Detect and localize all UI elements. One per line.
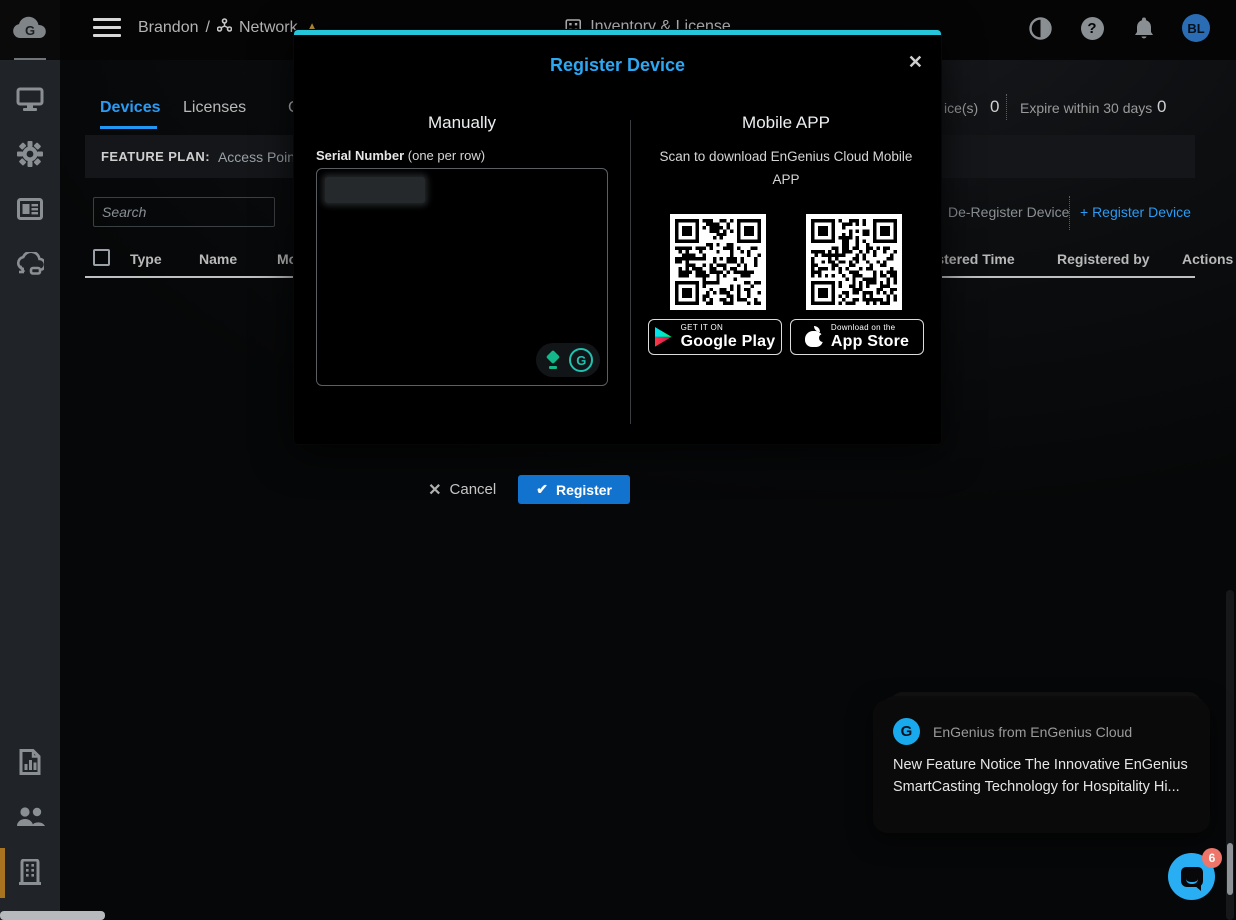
- redacted-serial: [325, 177, 425, 203]
- col-registered-by[interactable]: Registered by: [1057, 251, 1150, 267]
- sidebar-item-configure[interactable]: [0, 132, 60, 176]
- search-input[interactable]: [102, 204, 284, 220]
- toast-app-name: EnGenius from EnGenius Cloud: [933, 723, 1133, 740]
- search-box: [93, 197, 284, 227]
- users-icon: [17, 807, 45, 826]
- google-badge-big-text: Google Play: [680, 332, 776, 350]
- active-tab-underline: [100, 126, 157, 129]
- stat-devices-value: 0: [990, 97, 1000, 116]
- mobile-app-heading: Mobile APP: [742, 113, 830, 132]
- deregister-device-button[interactable]: De-Register Device: [948, 204, 1069, 220]
- chat-bubble-icon: [1180, 866, 1203, 891]
- store-badges: GET IT ON Google Play Download on the Ap…: [646, 318, 926, 355]
- toast-message: New Feature Notice The Innovative EnGeni…: [893, 757, 1188, 796]
- dark-mode-toggle-icon[interactable]: [1026, 14, 1054, 42]
- manual-heading: Manually: [427, 113, 497, 132]
- network-icon: [216, 18, 233, 37]
- header-actions: ? BL: [1026, 14, 1210, 42]
- register-device-button[interactable]: + Register Device: [1080, 204, 1191, 220]
- svg-text:G: G: [25, 23, 35, 38]
- qr-code-app-store: [806, 213, 902, 310]
- mobile-app-section: Mobile APP Scan to download EnGenius Clo…: [646, 113, 926, 355]
- check-icon: ✔: [536, 481, 548, 497]
- stats-divider: [1006, 94, 1007, 120]
- hamburger-menu-button[interactable]: [93, 18, 121, 40]
- serial-number-label: Serial Number (one per row): [316, 148, 608, 163]
- grammarly-icon: G: [569, 348, 594, 372]
- col-name[interactable]: Name: [199, 251, 237, 267]
- cloud-sync-icon: [16, 252, 44, 275]
- close-icon[interactable]: ✕: [908, 53, 923, 71]
- gear-icon: [17, 141, 43, 167]
- avatar[interactable]: BL: [1182, 14, 1210, 42]
- chat-unread-badge: 6: [1202, 848, 1222, 868]
- breadcrumb[interactable]: Brandon / Network ▲: [138, 18, 320, 37]
- vertical-scrollbar-thumb[interactable]: [1227, 843, 1233, 895]
- app-store-badge[interactable]: Download on the App Store: [790, 318, 924, 355]
- tab-devices[interactable]: Devices: [100, 99, 161, 117]
- stat-expire-value: 0: [1157, 97, 1167, 116]
- col-type[interactable]: Type: [130, 251, 162, 267]
- monitor-icon: [16, 87, 44, 111]
- horizontal-scrollbar-thumb[interactable]: [0, 911, 105, 920]
- register-label: Register: [555, 481, 612, 498]
- report-file-icon: [19, 749, 41, 775]
- sidebar-item-team[interactable]: [0, 795, 60, 839]
- modal-title: Register Device: [549, 55, 686, 75]
- sidebar-item-devices[interactable]: [0, 77, 60, 121]
- serial-number-textarea[interactable]: G: [316, 168, 608, 386]
- sidebar-item-reports[interactable]: [0, 187, 60, 231]
- cancel-x-icon: ✕: [428, 481, 442, 499]
- cancel-label: Cancel: [449, 481, 497, 498]
- cancel-button[interactable]: ✕ Cancel: [428, 480, 496, 500]
- grammarly-extension-widget[interactable]: G: [536, 343, 600, 377]
- feature-plan-label: FEATURE PLAN:: [101, 149, 210, 164]
- google-play-icon: [654, 326, 673, 347]
- notification-toast[interactable]: G EnGenius from EnGenius Cloud New Featu…: [873, 700, 1210, 833]
- register-submit-button[interactable]: ✔ Register: [518, 475, 630, 504]
- breadcrumb-network[interactable]: Network: [239, 19, 298, 37]
- building-icon: [19, 859, 41, 885]
- apple-badge-small-text: Download on the: [830, 322, 896, 332]
- sidebar-item-organization[interactable]: [0, 850, 60, 894]
- modal-actions: ✕ Cancel ✔ Register: [338, 475, 630, 504]
- engenius-cloud-logo[interactable]: G: [0, 0, 60, 60]
- breadcrumb-account[interactable]: Brandon: [138, 19, 199, 37]
- select-all-checkbox[interactable]: [93, 249, 110, 266]
- modal-column-divider: [630, 120, 631, 424]
- qr-codes: [646, 213, 926, 310]
- app-root: G Brandon / Network ▲ Inventory & Licens…: [0, 0, 1236, 920]
- sidebar-divider: [14, 58, 46, 60]
- serial-number-label-bold: Serial Number: [316, 148, 405, 163]
- sidebar-item-analytics[interactable]: [0, 740, 60, 784]
- toast-engenius-logo: G: [893, 718, 920, 745]
- notifications-bell-icon[interactable]: [1130, 14, 1158, 42]
- toast-header: G EnGenius from EnGenius Cloud: [893, 718, 1190, 745]
- google-play-badge[interactable]: GET IT ON Google Play: [648, 318, 782, 355]
- scan-instruction-text: Scan to download EnGenius Cloud Mobile A…: [659, 149, 913, 187]
- cloud-logo-icon: G: [13, 16, 46, 38]
- tab-licenses[interactable]: Licenses: [183, 99, 246, 117]
- google-badge-small-text: GET IT ON: [680, 322, 724, 332]
- register-device-modal: Register Device ✕ Manually Serial Number…: [294, 30, 941, 504]
- stat-expire-label: Expire within 30 days: [1020, 100, 1153, 116]
- news-icon: [17, 198, 43, 220]
- qr-code-google-play: [670, 213, 766, 310]
- serial-number-label-note: (one per row): [404, 148, 486, 163]
- toolbar-divider: [1069, 196, 1070, 230]
- manual-section: Manually Serial Number (one per row) G ✕…: [316, 113, 630, 504]
- sidebar-item-cloud-sync[interactable]: [0, 242, 60, 286]
- col-actions[interactable]: Actions: [1182, 251, 1233, 267]
- apple-badge-big-text: App Store: [830, 332, 910, 350]
- sidebar: G: [0, 0, 60, 920]
- feature-plan-value: Access Point: [217, 148, 299, 165]
- extension-spark-icon: [543, 349, 563, 370]
- breadcrumb-separator: /: [205, 18, 210, 36]
- stat-devices-label-fragment: ice(s): [944, 100, 979, 116]
- help-icon[interactable]: ?: [1078, 14, 1106, 42]
- apple-icon: [804, 325, 827, 348]
